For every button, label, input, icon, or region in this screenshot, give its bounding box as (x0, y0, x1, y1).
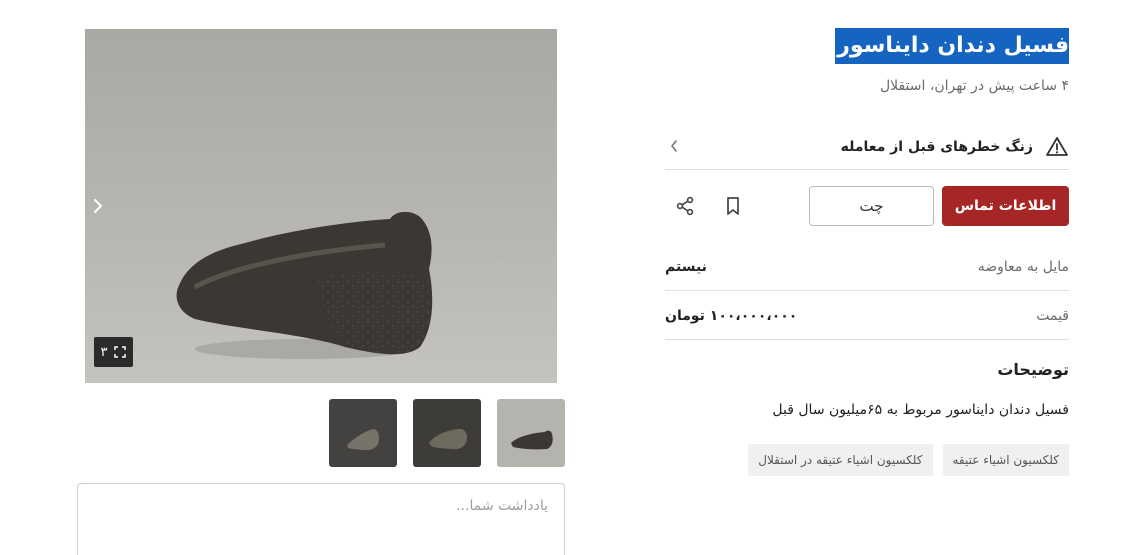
action-bar: اطلاعات تماس چت (665, 186, 1069, 226)
fossil-photo-image (85, 29, 557, 383)
bookmark-icon[interactable] (721, 194, 745, 218)
description-heading: توضیحات (997, 360, 1069, 379)
description-text: فسیل دندان دایناسور مربوط به ۶۵میلیون سا… (772, 402, 1069, 418)
note-textarea[interactable] (77, 483, 565, 555)
title-wrap: فسیل دندان دایناسور (835, 28, 1069, 64)
detail-value: نیستم (665, 258, 707, 275)
chevron-right-icon[interactable] (89, 197, 107, 215)
safety-warning-link[interactable]: زنگ خطرهای قبل از معامله (665, 124, 1069, 170)
warning-icon (1046, 136, 1068, 156)
thumbnail-image (497, 399, 565, 467)
chevron-left-icon (671, 140, 677, 152)
thumbnail-image (329, 399, 397, 467)
main-photo[interactable]: ۳ (85, 29, 557, 383)
price-value: ۱۰۰،۰۰۰،۰۰۰ تومان (665, 307, 798, 324)
expand-icon (114, 346, 127, 358)
photo-count: ۳ (100, 344, 108, 360)
tag-list: کلکسیون اشیاء عتیقه کلکسیون اشیاء عتیقه … (748, 444, 1069, 476)
tag-chip[interactable]: کلکسیون اشیاء عتیقه (942, 444, 1069, 476)
share-icon[interactable] (673, 194, 697, 218)
detail-row-exchange: مایل به معاوضه نیستم (665, 243, 1069, 291)
detail-label: قیمت (1036, 307, 1069, 324)
thumbnail-3[interactable] (329, 399, 397, 467)
page-title: فسیل دندان دایناسور (835, 28, 1069, 64)
thumbnail-1[interactable] (497, 399, 565, 467)
thumbnail-2[interactable] (413, 399, 481, 467)
tag-chip[interactable]: کلکسیون اشیاء عتیقه در استقلال (748, 444, 933, 476)
detail-row-price: قیمت ۱۰۰،۰۰۰،۰۰۰ تومان (665, 292, 1069, 340)
detail-label: مایل به معاوضه (977, 258, 1069, 275)
chat-button[interactable]: چت (809, 186, 934, 226)
thumbnail-image (413, 399, 481, 467)
photo-count-badge[interactable]: ۳ (94, 337, 133, 367)
listing-subtitle: ۴ ساعت پیش در تهران، استقلال (879, 78, 1069, 94)
warning-text: زنگ خطرهای قبل از معامله (840, 138, 1033, 155)
contact-info-button[interactable]: اطلاعات تماس (942, 186, 1069, 226)
